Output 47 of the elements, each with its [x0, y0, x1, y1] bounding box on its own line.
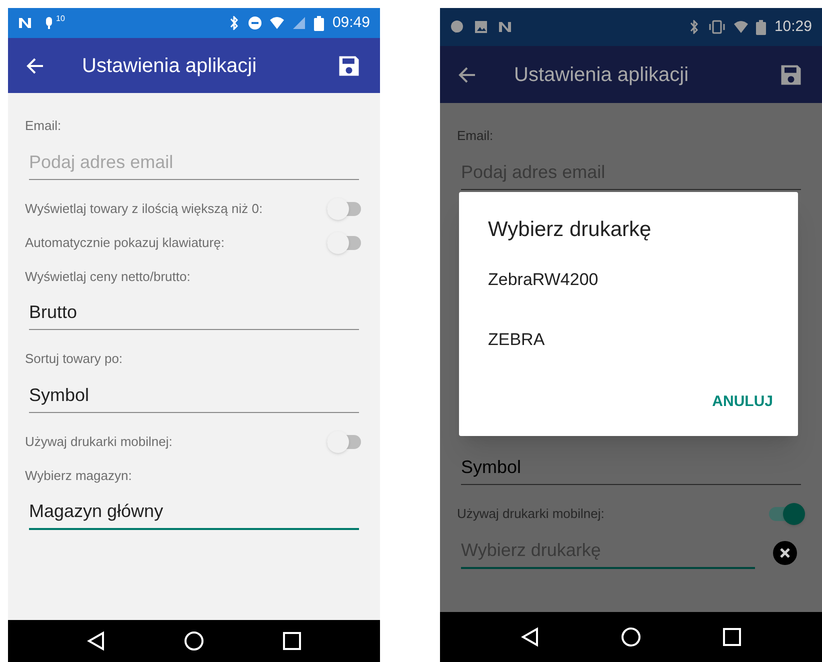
square-icon[interactable] [723, 628, 741, 646]
setting-label: Automatycznie pokazuj klawiaturę: [25, 234, 224, 252]
chat-bubble-icon [450, 20, 464, 34]
superscript-text: 10 [56, 13, 65, 25]
clear-icon[interactable] [773, 540, 797, 564]
wifi-icon [270, 16, 284, 30]
setting-label: Używaj drukarki mobilnej: [457, 504, 604, 523]
setting-label: Email: [25, 117, 62, 135]
back-triangle-icon[interactable] [521, 627, 539, 647]
back-arrow-icon[interactable] [458, 66, 476, 84]
text-field[interactable]: Symbol [29, 382, 359, 412]
text-field[interactable]: Symbol [461, 454, 801, 484]
setting-label: Email: [457, 127, 494, 145]
battery-icon [756, 20, 766, 34]
back-triangle-icon[interactable] [87, 631, 106, 651]
clock-time: 10:29 [774, 16, 812, 37]
home-circle-icon[interactable] [184, 631, 204, 651]
printer-option[interactable]: ZEBRA [488, 327, 769, 387]
toggle-switch[interactable] [327, 232, 363, 254]
wifi-icon [734, 20, 748, 34]
signal-off-icon [292, 16, 306, 30]
screen-title: Ustawienia aplikacji [514, 62, 690, 88]
text-field[interactable]: Brutto [29, 299, 359, 330]
cancel-button[interactable]: ANULUJ [706, 387, 779, 418]
n-logo-icon [18, 16, 32, 30]
do-not-disturb-icon [248, 16, 262, 30]
home-circle-icon[interactable] [621, 627, 641, 647]
dialog-title: Wybierz drukarkę [488, 216, 652, 242]
bluetooth-icon [228, 16, 240, 30]
bluetooth-icon [688, 20, 700, 34]
setting-label: Wyświetlaj towary z ilością większą niż 0: [25, 200, 263, 218]
battery-icon [314, 16, 324, 30]
toggle-switch[interactable] [327, 430, 363, 452]
image-icon [474, 20, 488, 34]
printer-option[interactable]: ZebraRW4200 [488, 267, 769, 327]
text-field[interactable]: Magazyn główny [29, 498, 359, 530]
n-logo-icon [498, 20, 512, 34]
toggle-switch[interactable] [769, 502, 805, 524]
setting-label: Używaj drukarki mobilnej: [25, 432, 172, 451]
toggle-switch[interactable] [327, 198, 363, 220]
clock-time: 09:49 [332, 12, 370, 33]
setting-label: Wyświetlaj ceny netto/brutto: [25, 268, 192, 286]
setting-label: Sortuj towary po: [25, 350, 124, 368]
vibrate-icon [708, 20, 726, 34]
setting-label: Wybierz magazyn: [25, 466, 133, 485]
screen-title: Ustawienia aplikacji [82, 54, 258, 78]
square-icon[interactable] [282, 632, 301, 650]
